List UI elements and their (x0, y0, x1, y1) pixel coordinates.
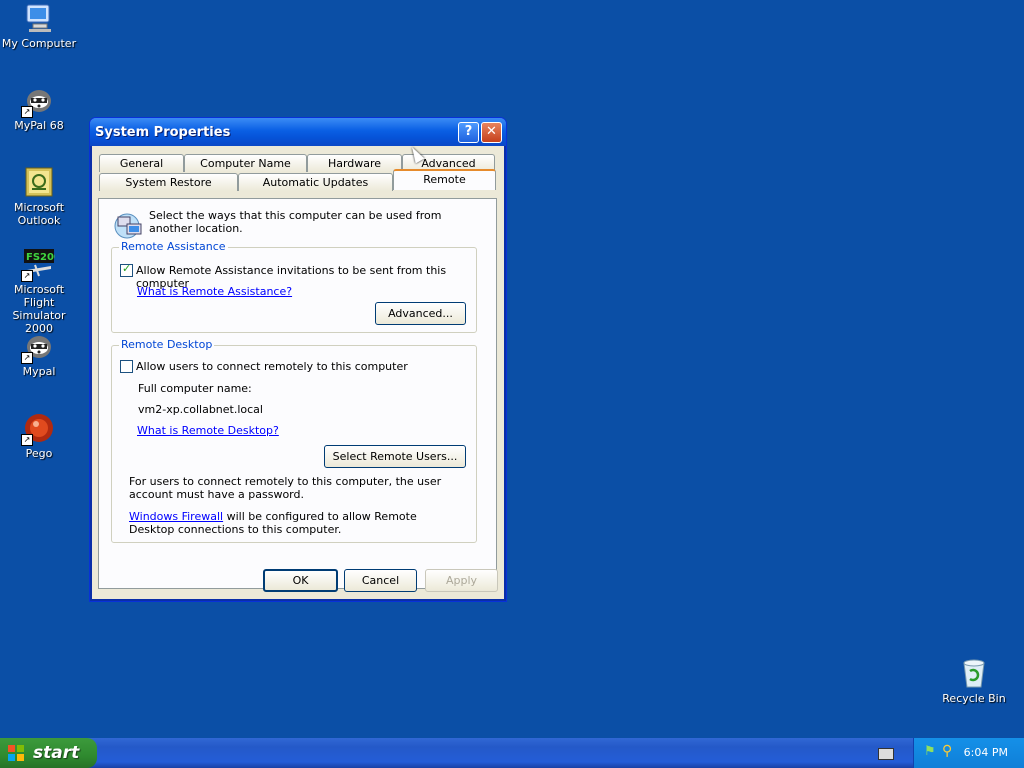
desktop-icon-label: Recycle Bin (942, 692, 1006, 705)
raccoon-icon: ↗ (21, 330, 55, 364)
help-icon: ? (464, 124, 473, 139)
keyboard-icon[interactable] (878, 748, 894, 760)
close-button[interactable]: ✕ (481, 122, 502, 143)
allow-remote-desktop-checkbox[interactable] (120, 360, 133, 373)
full-computer-name-label: Full computer name: (138, 382, 252, 395)
pego-icon: ↗ (21, 412, 55, 446)
shortcut-arrow-icon: ↗ (21, 106, 33, 118)
desktop-icon-label: My Computer (1, 37, 77, 50)
allow-remote-assistance-checkbox[interactable]: ✓ (120, 262, 133, 277)
desktop-icon-recycle-bin[interactable]: Recycle Bin (935, 657, 1013, 705)
system-properties-window: System Properties ? ✕ General Computer N… (89, 117, 507, 602)
start-label: start (33, 743, 80, 763)
shortcut-arrow-icon: ↗ (21, 352, 33, 364)
desktop-icon-my-computer[interactable]: My Computer (0, 2, 78, 50)
remote-tab-panel: Select the ways that this computer can b… (98, 198, 497, 589)
help-button[interactable]: ? (458, 122, 479, 143)
remote-computers-icon (113, 209, 145, 241)
desktop-icon-pego[interactable]: ↗ Pego (0, 412, 78, 460)
desktop-icon-label: Microsoft Outlook (13, 201, 65, 227)
tab-computer-name[interactable]: Computer Name (184, 154, 307, 172)
close-icon: ✕ (486, 124, 497, 139)
start-button[interactable]: start (0, 738, 97, 768)
taskbar: start ⚑ ⚲ 6:04 PM (0, 738, 1024, 768)
system-tray: ⚑ ⚲ 6:04 PM (913, 738, 1024, 768)
desktop-icon-label: Mypal (22, 365, 56, 378)
svg-text:FS2000: FS2000 (26, 252, 55, 263)
tab-automatic-updates[interactable]: Automatic Updates (238, 173, 393, 191)
desktop-icon-outlook[interactable]: Microsoft Outlook (0, 166, 78, 227)
ok-button[interactable]: OK (263, 569, 338, 592)
remote-desktop-group: Remote Desktop Allow users to connect re… (111, 338, 477, 543)
checkmark-icon: ✓ (122, 262, 132, 275)
advanced-button[interactable]: Advanced... (375, 302, 466, 325)
outlook-icon (23, 166, 55, 198)
desktop-icon-label: MyPal 68 (14, 119, 64, 132)
remote-desktop-title: Remote Desktop (119, 338, 215, 351)
what-is-remote-assistance-link[interactable]: What is Remote Assistance? (137, 285, 292, 298)
desktop-icon-mypal[interactable]: ↗ Mypal (0, 330, 78, 378)
remote-assistance-group: Remote Assistance ✓ Allow Remote Assista… (111, 240, 477, 333)
network-icon[interactable]: ⚑ (924, 744, 936, 759)
window-title: System Properties (95, 125, 231, 140)
select-remote-users-button[interactable]: Select Remote Users... (324, 445, 466, 468)
shortcut-arrow-icon: ↗ (21, 434, 33, 446)
recycle-bin-icon (958, 657, 990, 689)
password-note: For users to connect remotely to this co… (129, 475, 442, 501)
tab-hardware[interactable]: Hardware (307, 154, 402, 172)
title-bar[interactable]: System Properties ? ✕ (90, 118, 506, 146)
raccoon-icon: ↗ (21, 84, 55, 118)
windows-firewall-link[interactable]: Windows Firewall (129, 510, 223, 523)
clock[interactable]: 6:04 PM (964, 746, 1008, 759)
computer-icon (23, 2, 55, 34)
windows-flag-icon (8, 745, 24, 761)
tab-remote[interactable]: Remote (393, 169, 496, 190)
dialog-client: General Computer Name Hardware Advanced … (94, 146, 502, 597)
intro-text: Select the ways that this computer can b… (149, 209, 442, 235)
desktop-icon-mypal-68[interactable]: ↗ MyPal 68 (0, 84, 78, 132)
what-is-remote-desktop-link[interactable]: What is Remote Desktop? (137, 424, 279, 437)
desktop-icon-label: Microsoft Flight Simulator 2000 (12, 283, 66, 335)
search-icon[interactable]: ⚲ (942, 743, 952, 759)
flight-simulator-icon: FS2000 ↗ (21, 248, 68, 282)
tab-system-restore[interactable]: System Restore (99, 173, 238, 191)
cancel-button[interactable]: Cancel (344, 569, 417, 592)
full-computer-name-value: vm2-xp.collabnet.local (138, 403, 263, 416)
apply-button[interactable]: Apply (425, 569, 498, 592)
allow-remote-desktop-label[interactable]: Allow users to connect remotely to this … (136, 360, 472, 373)
desktop-icon-label: Pego (25, 447, 53, 460)
tab-general[interactable]: General (99, 154, 184, 172)
remote-assistance-title: Remote Assistance (119, 240, 228, 253)
desktop-icon-flight-sim[interactable]: FS2000 ↗ Microsoft Flight Simulator 2000 (0, 248, 78, 335)
shortcut-arrow-icon: ↗ (21, 270, 33, 282)
firewall-note: Windows Firewall will be configured to a… (129, 510, 429, 536)
